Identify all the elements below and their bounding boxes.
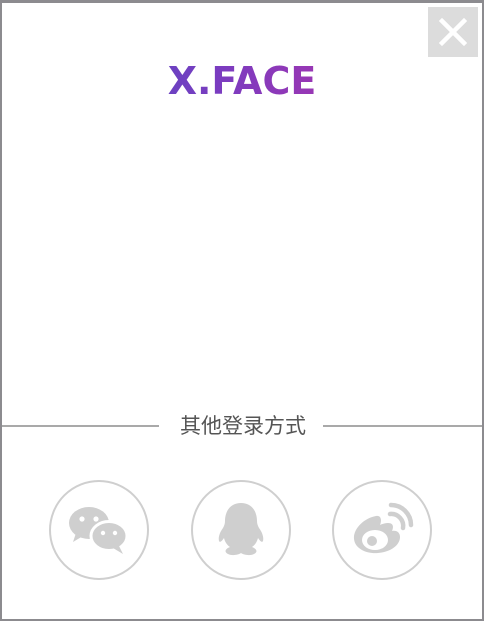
divider-line-left (2, 425, 159, 427)
close-button[interactable] (428, 7, 478, 57)
other-login-label: 其他登录方式 (180, 414, 306, 438)
login-dialog: X.FACE 其他登录方式 (0, 0, 484, 621)
close-icon (438, 17, 468, 47)
social-login-options (2, 480, 482, 584)
weibo-login-button[interactable] (332, 480, 432, 580)
wechat-icon (69, 507, 129, 554)
qq-icon (218, 503, 264, 556)
brand-logo: X.FACE (2, 59, 482, 103)
other-login-divider: 其他登录方式 (2, 412, 482, 442)
weibo-icon (353, 502, 414, 554)
divider-line-right (323, 425, 482, 427)
wechat-login-button[interactable] (49, 480, 149, 580)
qq-login-button[interactable] (191, 480, 291, 580)
